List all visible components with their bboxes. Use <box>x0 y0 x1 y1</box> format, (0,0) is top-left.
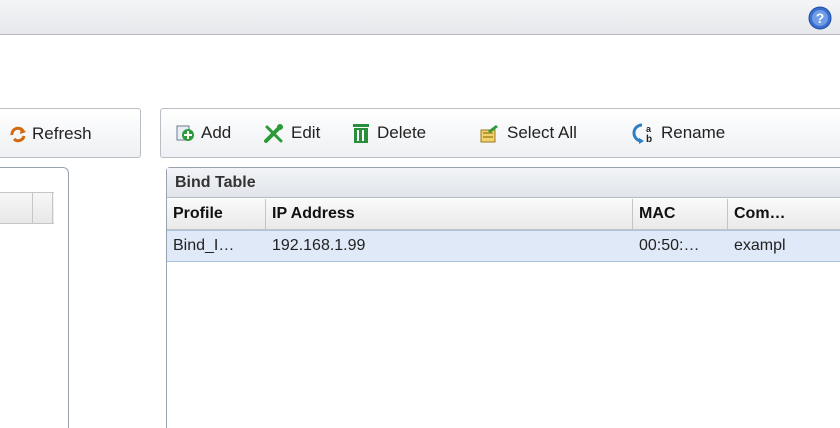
left-toolbar: Refresh <box>0 108 141 158</box>
rename-icon: a b <box>632 123 652 144</box>
cell-profile: Bind_I… <box>173 237 235 254</box>
table-row[interactable]: Bind_I… 192.168.1.99 00:50:… exampl <box>167 230 840 262</box>
select-all-label: Select All <box>507 123 577 142</box>
cell-ip-address: 192.168.1.99 <box>272 237 366 254</box>
refresh-button[interactable]: Refresh <box>8 121 92 147</box>
column-header-comment[interactable]: Com… <box>728 199 840 229</box>
edit-icon <box>264 124 283 143</box>
edit-button[interactable]: Edit <box>263 119 320 147</box>
select-all-icon <box>480 125 498 143</box>
left-header-cell <box>0 193 33 223</box>
delete-button[interactable]: Delete <box>351 119 426 147</box>
help-icon[interactable]: ? <box>808 6 832 30</box>
column-header-ip-address[interactable]: IP Address <box>266 199 633 229</box>
rename-button[interactable]: a b Rename <box>631 119 725 147</box>
add-label: Add <box>201 123 232 142</box>
cell-comment: exampl <box>734 237 786 254</box>
grid-header: Profile IP Address MAC Com… <box>167 199 840 230</box>
select-all-button[interactable]: Select All <box>479 119 577 147</box>
delete-label: Delete <box>377 123 427 142</box>
rename-label: Rename <box>661 123 726 142</box>
left-grid-header <box>0 192 54 224</box>
column-header-mac[interactable]: MAC <box>633 199 728 229</box>
add-button[interactable]: Add <box>175 119 231 147</box>
top-bar: ? <box>0 0 840 35</box>
edit-label: Edit <box>291 123 321 142</box>
left-header-cell <box>32 193 53 223</box>
trash-icon <box>353 124 369 143</box>
refresh-icon <box>10 126 26 143</box>
add-icon <box>176 125 194 141</box>
svg-text:?: ? <box>816 10 825 26</box>
grid-title: Bind Table <box>167 168 840 198</box>
svg-text:a: a <box>646 124 652 134</box>
column-header-profile[interactable]: Profile <box>167 199 266 229</box>
bind-table-panel: Bind Table Profile IP Address MAC Com… B… <box>166 167 840 428</box>
refresh-label: Refresh <box>32 124 92 143</box>
bind-table-toolbar: Add Edit Delete Select All a b Rename <box>160 108 840 158</box>
svg-text:b: b <box>646 134 652 144</box>
cell-mac: 00:50:… <box>639 237 700 254</box>
